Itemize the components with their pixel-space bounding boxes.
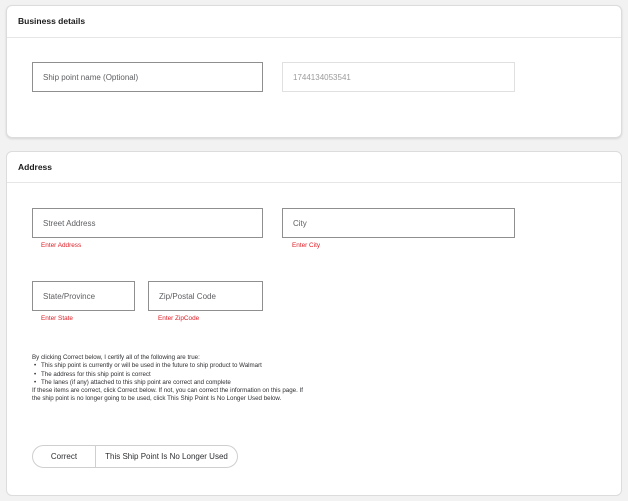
zip-postal-code-error: Enter ZipCode [158, 315, 200, 322]
certification-intro: By clicking Correct below, I certify all… [32, 354, 200, 361]
ship-point-name-input[interactable] [33, 63, 262, 91]
no-longer-used-button[interactable]: This Ship Point Is No Longer Used [96, 446, 237, 467]
city-input[interactable] [283, 209, 514, 237]
address-title: Address [7, 152, 621, 183]
certification-item: The lanes (if any) attached to this ship… [34, 379, 308, 388]
ship-point-name-field[interactable] [32, 62, 263, 92]
state-province-field[interactable] [32, 281, 135, 311]
business-details-title: Business details [7, 6, 621, 38]
ship-point-id-field [282, 62, 515, 92]
state-province-input[interactable] [33, 282, 134, 310]
certification-list: This ship point is currently or will be … [32, 362, 308, 387]
state-province-error: Enter State [41, 315, 73, 322]
street-address-input[interactable] [33, 209, 262, 237]
street-address-error: Enter Address [41, 242, 82, 249]
certification-outro: If these items are correct, click Correc… [32, 387, 303, 403]
certification-item: The address for this ship point is corre… [34, 371, 308, 380]
city-field[interactable] [282, 208, 515, 238]
zip-postal-code-field[interactable] [148, 281, 263, 311]
street-address-field[interactable] [32, 208, 263, 238]
city-error: Enter City [292, 242, 321, 249]
ship-point-id-input [283, 63, 514, 91]
certification-item: This ship point is currently or will be … [34, 362, 308, 371]
certification-button-group: Correct This Ship Point Is No Longer Use… [32, 445, 238, 468]
correct-button[interactable]: Correct [33, 446, 96, 467]
certification-text: By clicking Correct below, I certify all… [32, 354, 308, 404]
zip-postal-code-input[interactable] [149, 282, 262, 310]
